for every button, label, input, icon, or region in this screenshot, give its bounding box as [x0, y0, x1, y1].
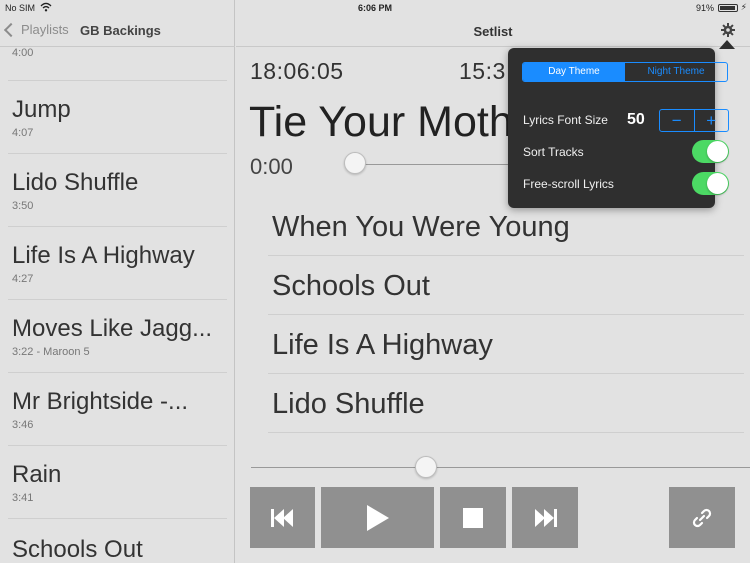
toggle-knob [707, 141, 728, 162]
setlist-nav-bar: Setlist [236, 16, 750, 47]
night-theme-tab[interactable]: Night Theme [625, 63, 727, 81]
track-row[interactable]: Rain 3:41 [8, 446, 227, 519]
track-title: Schools Out [12, 536, 143, 563]
previous-button[interactable] [250, 487, 315, 548]
setlist-item-title: When You Were Young [272, 211, 570, 243]
day-theme-tab[interactable]: Day Theme [523, 63, 625, 81]
back-button[interactable]: Playlists [3, 22, 69, 37]
decrease-font-button[interactable]: − [660, 110, 695, 131]
track-meta: 4:00 [12, 47, 34, 59]
chevron-left-icon [3, 22, 19, 37]
track-meta: 3:46 [12, 419, 34, 431]
track-title: Lido Shuffle [12, 169, 139, 196]
progress-track[interactable] [352, 164, 512, 165]
setlist-item-title: Schools Out [272, 270, 430, 302]
skip-forward-icon [535, 508, 557, 527]
track-title: Mr Brightside -... [12, 388, 189, 415]
gear-icon[interactable] [721, 23, 735, 37]
theme-segmented-control: Day Theme Night Theme [522, 62, 728, 82]
track-row[interactable]: Jump 4:07 [8, 81, 227, 154]
setlist-title: Setlist [473, 24, 513, 39]
song-title: Tie Your Moth [249, 98, 513, 146]
track-meta: 4:27 [12, 273, 34, 285]
track-title: Jump [12, 96, 71, 123]
track-meta: 4:07 [12, 127, 34, 139]
toggle-knob [707, 173, 728, 194]
volume-track[interactable] [251, 467, 750, 468]
free-scroll-label: Free-scroll Lyrics [523, 177, 614, 191]
charging-icon: ⚡ [740, 2, 747, 12]
track-row[interactable]: Life Is A Highway 4:27 [8, 227, 227, 300]
volume-thumb[interactable] [414, 456, 437, 478]
sort-tracks-toggle[interactable] [692, 140, 729, 163]
free-scroll-toggle[interactable] [692, 172, 729, 195]
popover-arrow [719, 40, 735, 49]
track-title: Life Is A Highway [12, 242, 195, 269]
track-row[interactable]: 4:00 [8, 40, 227, 81]
stop-button[interactable] [440, 487, 506, 548]
settings-popover: Day Theme Night Theme Lyrics Font Size 5… [508, 48, 729, 208]
current-clock: 18:06:05 [250, 58, 344, 84]
next-button[interactable] [512, 487, 578, 548]
setlist-item[interactable]: Schools Out [268, 256, 744, 315]
lyrics-font-size-label: Lyrics Font Size [523, 113, 608, 127]
stop-icon [463, 507, 483, 528]
track-row[interactable]: Lido Shuffle 3:50 [8, 154, 227, 227]
link-button[interactable] [669, 487, 735, 548]
track-row[interactable]: Moves Like Jagg... 3:22 - Maroon 5 [8, 300, 227, 373]
track-row[interactable]: Schools Out [8, 519, 227, 563]
skip-back-icon [270, 508, 293, 527]
lyrics-font-size-value: 50 [627, 111, 645, 128]
setlist-item-title: Lido Shuffle [272, 388, 425, 420]
track-meta: 3:41 [12, 492, 34, 504]
track-title: Rain [12, 461, 62, 488]
track-title: Moves Like Jagg... [12, 315, 213, 342]
link-icon [692, 508, 712, 527]
track-meta: 3:22 - Maroon 5 [12, 346, 90, 358]
battery-icon [718, 4, 738, 12]
track-meta: 3:50 [12, 200, 34, 212]
setlist-item[interactable]: Life Is A Highway [268, 315, 744, 374]
position-label: 0:00 [250, 154, 293, 179]
battery-percent: 91% [695, 3, 714, 13]
play-icon [366, 504, 389, 531]
play-button[interactable] [321, 487, 434, 548]
increase-font-button[interactable]: + [695, 110, 729, 131]
song-clock: 15:3 [459, 58, 506, 84]
back-label: Playlists [21, 22, 69, 37]
setlist-item[interactable]: Lido Shuffle [268, 374, 744, 433]
playlist-pane: Playlists GB Backings 4:00 Jump 4:07 Lid… [0, 0, 235, 563]
font-size-stepper: − + [659, 109, 729, 132]
track-row[interactable]: Mr Brightside -... 3:46 [8, 373, 227, 446]
progress-thumb[interactable] [344, 152, 366, 174]
setlist-item-title: Life Is A Highway [272, 329, 493, 361]
sort-tracks-label: Sort Tracks [523, 145, 584, 159]
playlist-title: GB Backings [80, 23, 161, 38]
